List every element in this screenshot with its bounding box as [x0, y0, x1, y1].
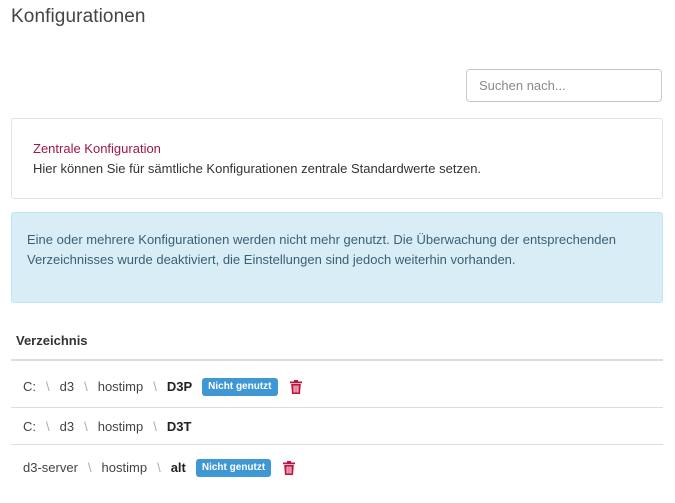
- path-segment: hostimp: [97, 379, 144, 394]
- path-separator: \: [84, 379, 88, 394]
- path-separator: \: [87, 460, 92, 475]
- path-separator: \: [153, 379, 157, 394]
- path-segment: hostimp: [101, 460, 148, 475]
- table-row: C: \ d3 \ hostimp \ D3T: [11, 408, 663, 445]
- table-row: d3-server \ hostimp \ alt Nicht genutzt: [11, 446, 663, 489]
- path-separator: \: [157, 460, 161, 475]
- status-badge: Nicht genutzt: [202, 377, 278, 396]
- table-header-directory: Verzeichnis: [11, 324, 663, 361]
- trash-icon[interactable]: [289, 379, 302, 394]
- path-segment: d3-server: [23, 460, 78, 475]
- info-alert: Eine oder mehrere Konfigurationen werden…: [11, 212, 663, 303]
- page: Konfigurationen Zentrale Konfiguration H…: [0, 0, 675, 503]
- table-row: C: \ d3 \ hostimp \ D3P Nicht genutzt: [11, 366, 663, 408]
- path-segment-last[interactable]: D3P: [167, 379, 192, 394]
- path-segment-last[interactable]: alt: [171, 460, 186, 475]
- trash-icon[interactable]: [283, 460, 296, 475]
- path-separator: \: [153, 418, 157, 434]
- path-segment-last[interactable]: D3T: [167, 419, 192, 434]
- page-title: Konfigurationen: [11, 6, 146, 27]
- status-badge: Nicht genutzt: [195, 458, 272, 477]
- central-config-card: Zentrale Konfiguration Hier können Sie f…: [11, 118, 663, 199]
- path-separator: \: [46, 418, 50, 434]
- path-segment: C:: [23, 418, 36, 434]
- path-segment: d3: [59, 379, 75, 394]
- central-config-link[interactable]: Zentrale Konfiguration: [33, 141, 161, 156]
- path-separator: \: [84, 418, 88, 434]
- path-segment: C:: [23, 379, 36, 394]
- path-segment: hostimp: [97, 418, 144, 434]
- search-input[interactable]: [466, 69, 662, 102]
- path-segment: d3: [59, 418, 75, 434]
- central-config-description: Hier können Sie für sämtliche Konfigurat…: [33, 161, 482, 176]
- path-separator: \: [46, 379, 50, 394]
